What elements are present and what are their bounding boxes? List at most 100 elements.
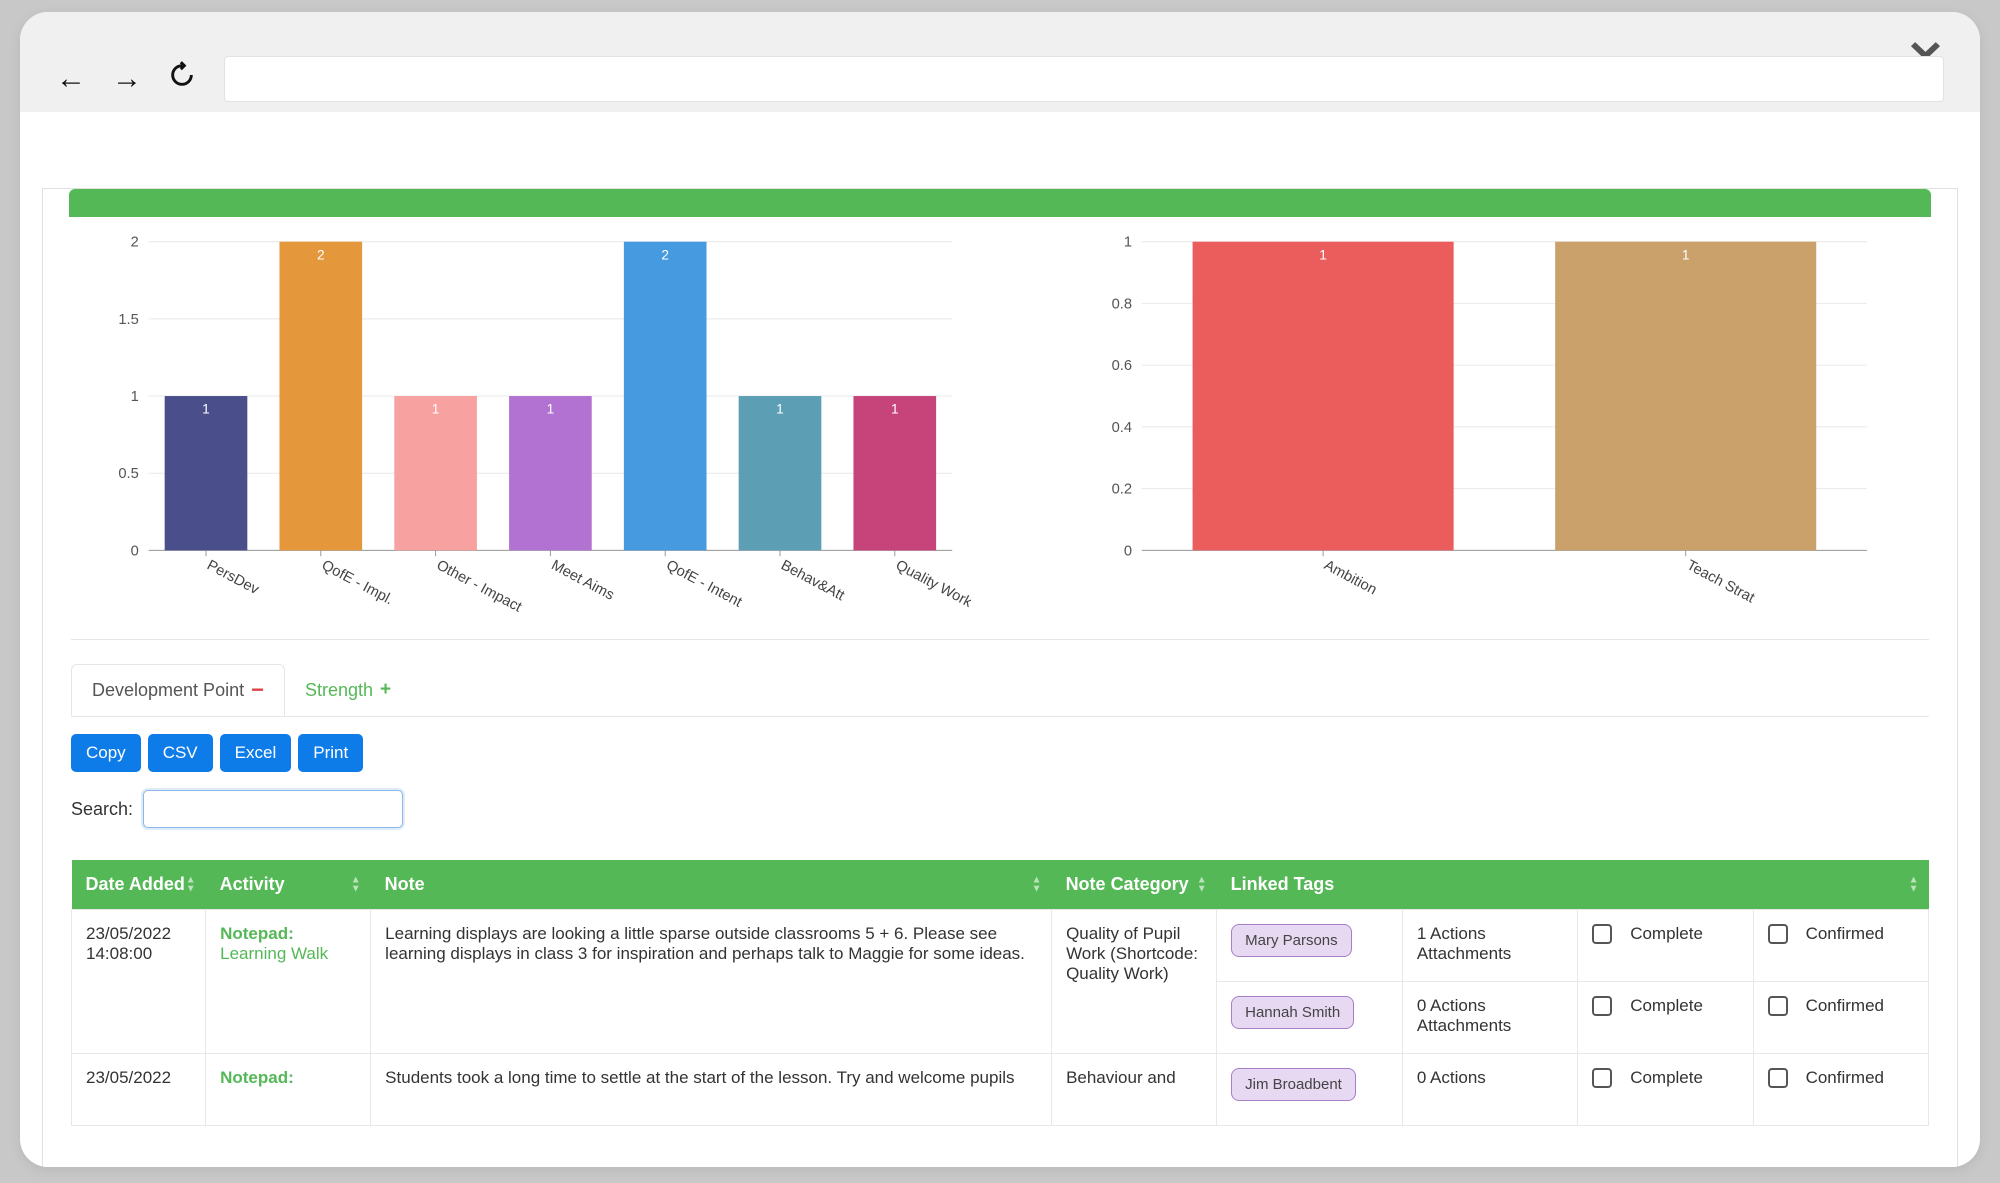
header-date[interactable]: Date Added ▲▼	[72, 860, 206, 910]
svg-text:0.8: 0.8	[1112, 296, 1132, 312]
search-input[interactable]	[143, 790, 403, 828]
svg-text:1: 1	[547, 402, 555, 417]
svg-text:PersDev: PersDev	[204, 557, 262, 598]
svg-text:Quality Work: Quality Work	[893, 557, 971, 611]
svg-text:0.2: 0.2	[1112, 482, 1132, 498]
header-label: Date Added	[86, 874, 185, 894]
cell-confirmed: Confirmed	[1753, 910, 1928, 982]
cell-actions: 0 Actions	[1402, 1054, 1577, 1126]
excel-button[interactable]: Excel	[220, 734, 292, 772]
cell-actions: 0 ActionsAttachments	[1402, 982, 1577, 1054]
checkbox[interactable]	[1768, 1068, 1788, 1088]
copy-button[interactable]: Copy	[71, 734, 141, 772]
minus-icon: −	[251, 677, 264, 703]
cell-actions: 1 ActionsAttachments	[1402, 910, 1577, 982]
header-activity[interactable]: Activity ▲▼	[206, 860, 371, 910]
header-note[interactable]: Note ▲▼	[371, 860, 1052, 910]
cell-tag: Hannah Smith	[1217, 982, 1403, 1054]
status-label: Confirmed	[1806, 1068, 1884, 1088]
svg-text:1: 1	[776, 402, 784, 417]
svg-text:0.6: 0.6	[1112, 358, 1132, 374]
cell-note: Students took a long time to settle at t…	[371, 1054, 1052, 1126]
cell-confirmed: Confirmed	[1753, 982, 1928, 1054]
svg-text:2: 2	[317, 247, 325, 262]
tab-strength[interactable]: Strength +	[285, 667, 411, 713]
svg-text:1: 1	[891, 402, 899, 417]
svg-text:2: 2	[131, 235, 139, 251]
status-label: Confirmed	[1806, 996, 1884, 1016]
browser-window: ✕ ← → 00.511.521PersDev2QofE - Impl.1Oth…	[20, 12, 1980, 1167]
cell-confirmed: Confirmed	[1753, 1054, 1928, 1126]
cell-category: Quality of Pupil Work (Shortcode: Qualit…	[1052, 910, 1217, 1054]
svg-text:1: 1	[1124, 235, 1132, 251]
cell-tag: Mary Parsons	[1217, 910, 1403, 982]
cell-note: Learning displays are looking a little s…	[371, 910, 1052, 1054]
plus-icon: +	[380, 679, 391, 701]
address-bar[interactable]	[224, 56, 1944, 102]
checkbox[interactable]	[1592, 996, 1612, 1016]
cell-tag: Jim Broadbent	[1217, 1054, 1403, 1126]
cell-complete: Complete	[1578, 982, 1753, 1054]
cell-complete: Complete	[1578, 910, 1753, 982]
page-body: 00.511.521PersDev2QofE - Impl.1Other - I…	[42, 188, 1958, 1167]
forward-icon[interactable]: →	[112, 62, 142, 96]
tab-bar: Development Point − Strength +	[71, 664, 1929, 717]
tab-development-point[interactable]: Development Point −	[71, 664, 285, 716]
svg-text:Ambition: Ambition	[1321, 557, 1379, 598]
tag-pill[interactable]: Hannah Smith	[1231, 996, 1354, 1029]
cell-date: 23/05/2022	[72, 1054, 206, 1126]
svg-text:Meet Aims: Meet Aims	[549, 557, 617, 603]
cell-activity: Notepad:	[206, 1054, 371, 1126]
header-label: Linked Tags	[1231, 874, 1335, 894]
checkbox[interactable]	[1768, 924, 1788, 944]
svg-text:Teach Strat: Teach Strat	[1684, 557, 1757, 606]
checkbox[interactable]	[1592, 1068, 1612, 1088]
tag-pill[interactable]: Mary Parsons	[1231, 924, 1352, 957]
status-label: Complete	[1630, 996, 1703, 1016]
svg-text:1.5: 1.5	[118, 312, 138, 328]
header-tags[interactable]: Linked Tags ▲▼	[1217, 860, 1929, 910]
svg-text:1: 1	[131, 389, 139, 405]
divider	[71, 639, 1929, 640]
header-label: Activity	[220, 874, 285, 894]
checkbox[interactable]	[1768, 996, 1788, 1016]
checkbox[interactable]	[1592, 924, 1612, 944]
header-label: Note Category	[1066, 874, 1189, 894]
status-label: Confirmed	[1806, 924, 1884, 944]
sort-icon: ▲▼	[186, 876, 196, 893]
table-row: 23/05/2022Notepad:Students took a long t…	[72, 1054, 1929, 1126]
status-label: Complete	[1630, 1068, 1703, 1088]
back-icon[interactable]: ←	[56, 62, 86, 96]
reload-icon[interactable]	[168, 61, 196, 97]
cell-category: Behaviour and	[1052, 1054, 1217, 1126]
cell-complete: Complete	[1578, 1054, 1753, 1126]
csv-button[interactable]: CSV	[148, 734, 213, 772]
svg-text:0.4: 0.4	[1112, 420, 1132, 436]
header-label: Note	[385, 874, 425, 894]
search-row: Search:	[71, 790, 1929, 828]
tag-pill[interactable]: Jim Broadbent	[1231, 1068, 1356, 1101]
print-button[interactable]: Print	[298, 734, 363, 772]
notes-table: Date Added ▲▼ Activity ▲▼ Note ▲▼	[71, 860, 1929, 1126]
sort-icon: ▲▼	[1197, 876, 1207, 893]
tab-label: Strength	[305, 680, 373, 701]
svg-text:0.5: 0.5	[118, 466, 138, 482]
svg-text:0: 0	[1124, 543, 1132, 559]
section-header-strip	[69, 189, 1931, 217]
nav-bar: ← →	[20, 40, 1980, 118]
svg-text:1: 1	[1319, 247, 1327, 262]
cell-date: 23/05/2022 14:08:00	[72, 910, 206, 1054]
table-header-row: Date Added ▲▼ Activity ▲▼ Note ▲▼	[72, 860, 1929, 910]
svg-text:QofE - Intent: QofE - Intent	[663, 557, 744, 610]
header-category[interactable]: Note Category ▲▼	[1052, 860, 1217, 910]
svg-text:1: 1	[202, 402, 210, 417]
sort-icon: ▲▼	[351, 876, 361, 893]
status-label: Complete	[1630, 924, 1703, 944]
svg-text:1: 1	[432, 402, 440, 417]
sort-icon: ▲▼	[1909, 876, 1919, 893]
svg-text:2: 2	[661, 247, 669, 262]
export-buttons: Copy CSV Excel Print	[71, 734, 1929, 772]
table-row: 23/05/2022 14:08:00Notepad:Learning Walk…	[72, 910, 1929, 982]
browser-chrome: ✕ ← →	[20, 12, 1980, 112]
chart-secondary: 00.20.40.60.811Ambition1Teach Strat	[1021, 227, 1929, 619]
